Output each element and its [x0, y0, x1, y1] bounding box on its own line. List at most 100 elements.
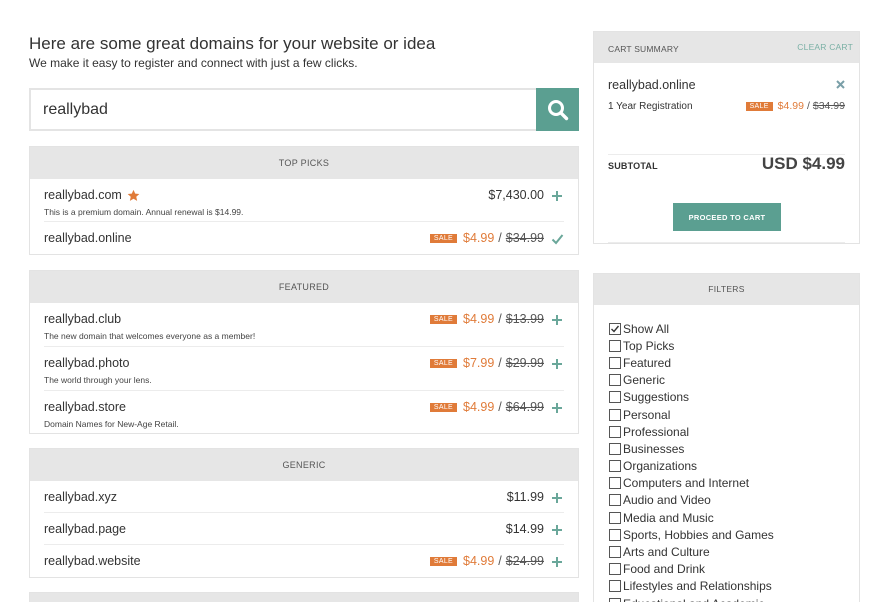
filter-label: Generic [623, 373, 666, 388]
filter-option[interactable]: Computers and Internet [609, 475, 774, 492]
filter-label: Businesses [623, 441, 685, 456]
filter-option[interactable]: Personal [609, 406, 774, 423]
original-price: $29.99 [505, 356, 544, 370]
filter-label: Arts and Culture [623, 545, 710, 560]
sale-badge: SALE [429, 358, 457, 368]
filter-checkbox[interactable] [609, 546, 621, 559]
sale-price: $4.99 [463, 554, 495, 568]
sale-badge: SALE [429, 556, 457, 566]
filter-label: Educational and Academic [623, 597, 764, 602]
domain-name: reallybad.com [44, 188, 122, 202]
filter-checkbox[interactable] [609, 339, 621, 352]
filter-checkbox[interactable] [609, 408, 621, 421]
filter-option[interactable]: Businesses [609, 440, 774, 457]
sale-price: $4.99 [777, 100, 804, 112]
add-to-cart-button[interactable] [550, 523, 564, 537]
add-to-cart-button[interactable] [550, 357, 564, 371]
filter-checkbox[interactable] [609, 322, 621, 335]
filter-option[interactable]: Food and Drink [609, 561, 774, 578]
filter-option[interactable]: Professional [609, 423, 774, 440]
domain-name: reallybad.page [44, 522, 127, 536]
in-cart-indicator[interactable] [550, 232, 564, 246]
add-to-cart-button[interactable] [550, 401, 564, 415]
filter-checkbox[interactable] [609, 442, 621, 455]
section-header: FEATURED [30, 271, 578, 303]
filter-option[interactable]: Sports, Hobbies and Games [609, 526, 774, 543]
subtotal-value: USD $4.99 [761, 154, 845, 173]
generic-section: GENERIC reallybad.xyz $11.99 reallybad.p… [29, 448, 579, 578]
sale-price: $7.99 [463, 356, 495, 370]
domain-row-photo: reallybad.photo The world through your l… [44, 347, 564, 391]
filter-option[interactable]: Lifestyles and Relationships [609, 578, 774, 595]
star-icon [127, 189, 140, 201]
domain-row-club: reallybad.club The new domain that welco… [44, 303, 564, 347]
filter-checkbox[interactable] [609, 356, 621, 369]
section-header: TOP PICKS [30, 147, 578, 179]
filter-checkbox[interactable] [609, 391, 621, 404]
domain-price: $11.99 [506, 490, 544, 504]
filter-option[interactable]: Top Picks [609, 337, 774, 354]
filter-checkbox[interactable] [609, 563, 621, 576]
clear-cart-link[interactable]: CLEAR CART [797, 42, 853, 52]
filter-label: Professional [623, 424, 690, 439]
filter-option[interactable]: Generic [609, 372, 774, 389]
filter-checkbox[interactable] [609, 477, 621, 490]
domain-row-online: reallybad.online SALE $4.99 / $34.99 [44, 222, 564, 255]
cart-header: CART SUMMARY CLEAR CART [594, 32, 859, 63]
filter-checkbox[interactable] [609, 511, 621, 524]
plus-icon [552, 557, 562, 567]
filter-checkbox[interactable] [609, 460, 621, 473]
filter-option[interactable]: Educational and Academic [609, 595, 774, 602]
checkmark-icon [611, 325, 620, 333]
search-icon [547, 99, 568, 120]
original-price: $34.99 [505, 231, 544, 245]
filter-checkbox[interactable] [609, 528, 621, 541]
next-section-partial [29, 592, 579, 602]
domain-price: $14.99 [505, 522, 544, 536]
original-price: $64.99 [505, 400, 544, 414]
domain-search-bar [29, 88, 579, 131]
filter-checkbox[interactable] [609, 580, 621, 593]
remove-item-button[interactable] [836, 77, 845, 92]
filter-option[interactable]: Show All [609, 320, 774, 337]
domain-description: Domain Names for New-Age Retail. [44, 419, 179, 429]
filter-option[interactable]: Organizations [609, 458, 774, 475]
sale-badge: SALE [429, 402, 457, 412]
filter-option[interactable]: Audio and Video [609, 492, 774, 509]
filters-panel: FILTERS Show All Top Picks Featured Generic… [593, 273, 860, 602]
add-to-cart-button[interactable] [550, 555, 564, 569]
page-heading: Here are some great domains for your web… [29, 34, 569, 70]
add-to-cart-button[interactable] [550, 491, 564, 505]
filter-checkbox[interactable] [609, 494, 621, 507]
filter-list: Show All Top Picks Featured Generic Suggesti… [609, 320, 774, 602]
section-header [30, 593, 578, 602]
filter-option[interactable]: Media and Music [609, 509, 774, 526]
filter-option[interactable]: Suggestions [609, 389, 774, 406]
plus-icon [552, 403, 562, 413]
filter-label: Featured [623, 355, 672, 370]
domain-description: The new domain that welcomes everyone as… [44, 331, 256, 341]
filter-checkbox[interactable] [609, 374, 621, 387]
filter-option[interactable]: Arts and Culture [609, 543, 774, 560]
filters-header: FILTERS [594, 274, 859, 305]
add-to-cart-button[interactable] [550, 189, 564, 203]
plus-icon [552, 315, 562, 325]
filter-option[interactable]: Featured [609, 354, 774, 371]
proceed-to-cart-button[interactable]: PROCEED TO CART [673, 203, 781, 231]
domain-description: This is a premium domain. Annual renewal… [44, 207, 244, 217]
filter-label: Audio and Video [623, 493, 711, 508]
domain-row-com: reallybad.com This is a premium domain. … [44, 179, 564, 222]
filter-checkbox[interactable] [609, 597, 621, 602]
filter-checkbox[interactable] [609, 425, 621, 438]
sale-price: $4.99 [463, 312, 495, 326]
filter-label: Organizations [623, 459, 698, 474]
cart-item: reallybad.online 1 Year Registration SAL… [608, 63, 845, 155]
domain-search-input[interactable] [31, 90, 536, 129]
search-button[interactable] [536, 88, 579, 131]
filter-label: Media and Music [623, 510, 714, 525]
close-icon [836, 80, 845, 89]
filter-label: Show All [623, 321, 670, 336]
domain-row-store: reallybad.store Domain Names for New-Age… [44, 391, 564, 435]
add-to-cart-button[interactable] [550, 313, 564, 327]
top-picks-section: TOP PICKS reallybad.com This is a premiu… [29, 146, 579, 255]
